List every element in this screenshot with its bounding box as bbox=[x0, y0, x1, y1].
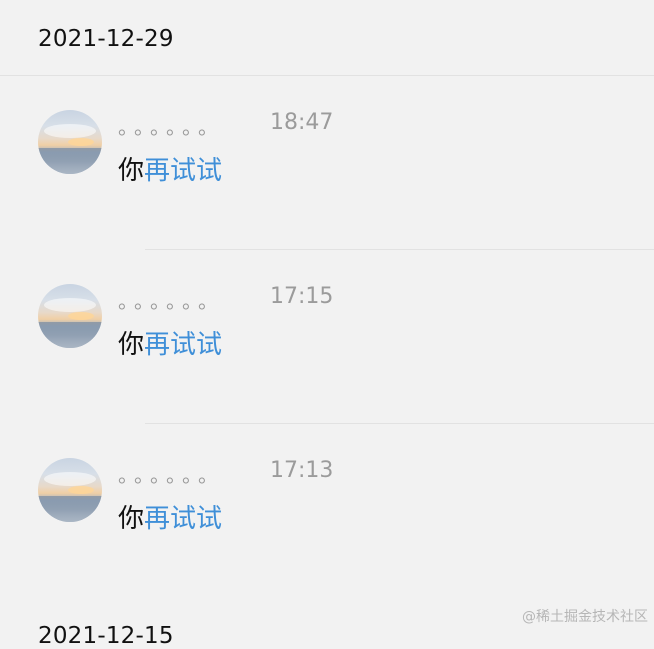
message-text: 你 bbox=[118, 504, 145, 534]
message-link[interactable]: 再试试 bbox=[144, 504, 222, 534]
message-text: 你 bbox=[118, 156, 145, 186]
watermark: @稀土掘金技术社区 bbox=[522, 609, 648, 625]
avatar[interactable] bbox=[38, 458, 102, 522]
sender-nickname: 。。。。。。 bbox=[118, 289, 224, 313]
avatar[interactable] bbox=[38, 284, 102, 348]
message-content: 你再试试 bbox=[118, 155, 222, 187]
sender-nickname: 。。。。。。 bbox=[118, 463, 224, 487]
message-item[interactable]: 。。。。。。 17:15 你再试试 bbox=[0, 284, 654, 424]
message-content: 你再试试 bbox=[118, 503, 222, 535]
message-item[interactable]: 。。。。。。 17:13 你再试试 bbox=[0, 458, 654, 598]
avatar[interactable] bbox=[38, 110, 102, 174]
message-link[interactable]: 再试试 bbox=[144, 156, 222, 186]
message-time: 18:47 bbox=[270, 110, 334, 135]
message-text: 你 bbox=[118, 330, 145, 360]
date-header: 2021-12-29 bbox=[38, 26, 174, 52]
message-time: 17:15 bbox=[270, 284, 334, 309]
sender-nickname: 。。。。。。 bbox=[118, 115, 224, 139]
date-header: 2021-12-15 bbox=[38, 623, 174, 649]
message-item[interactable]: 。。。。。。 18:47 你再试试 bbox=[0, 110, 654, 250]
message-divider bbox=[145, 423, 654, 424]
message-content: 你再试试 bbox=[118, 329, 222, 361]
message-time: 17:13 bbox=[270, 458, 334, 483]
message-divider bbox=[145, 249, 654, 250]
date-divider bbox=[0, 75, 654, 76]
message-link[interactable]: 再试试 bbox=[144, 330, 222, 360]
